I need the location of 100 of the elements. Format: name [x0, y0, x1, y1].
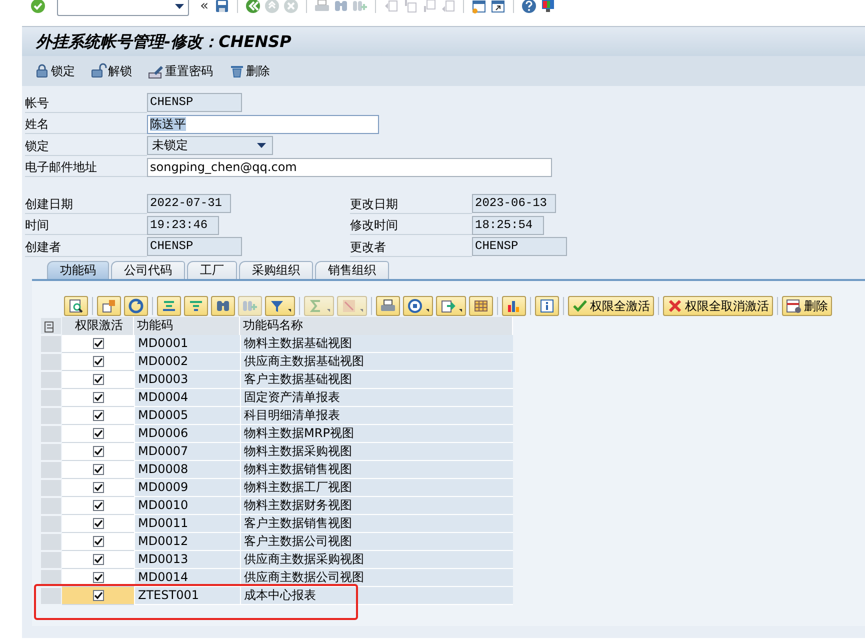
- views-button[interactable]: [403, 296, 433, 316]
- tab[interactable]: 功能码: [47, 260, 109, 278]
- checkbox[interactable]: [92, 428, 104, 438]
- dropdown-arrow-icon[interactable]: [175, 4, 184, 8]
- binoculars-button[interactable]: [211, 296, 235, 316]
- lock-icon: [34, 63, 50, 79]
- printer-button[interactable]: [376, 296, 400, 316]
- table-cell[interactable]: [62, 550, 134, 568]
- back-icon[interactable]: [244, 0, 261, 14]
- table-cell: MD0010: [134, 496, 240, 514]
- export-button[interactable]: [436, 296, 466, 316]
- table-cell: 成本中心报表: [240, 586, 513, 604]
- lock-button[interactable]: 锁定: [34, 62, 75, 80]
- layout-button[interactable]: [97, 296, 121, 316]
- table-cell[interactable]: [62, 514, 134, 532]
- tab[interactable]: 工厂: [187, 260, 237, 278]
- filter-button[interactable]: [265, 296, 295, 316]
- table-cell: MD0002: [134, 352, 240, 370]
- table-cell: 物料主数据MRP视图: [240, 424, 513, 442]
- table-cell: MD0007: [134, 442, 240, 460]
- input-field[interactable]: songping_chen@qq.com: [147, 158, 552, 177]
- tab[interactable]: 采购组织: [239, 260, 313, 278]
- checkbox[interactable]: [92, 554, 104, 564]
- table-cell[interactable]: [62, 442, 134, 460]
- delete-button[interactable]: 删除: [229, 62, 270, 80]
- table-cell[interactable]: [62, 406, 134, 424]
- table-button[interactable]: [469, 296, 493, 316]
- refresh-button[interactable]: [124, 296, 148, 316]
- magnifier-button[interactable]: [64, 296, 88, 316]
- info-button[interactable]: [535, 296, 559, 316]
- table-icon: [473, 298, 489, 314]
- table-cell: 客户主数据销售视图: [240, 514, 513, 532]
- checkmark-icon: [572, 298, 588, 314]
- readonly-field: CHENSP: [147, 93, 242, 112]
- new-window-icon[interactable]: [470, 0, 487, 14]
- input-field[interactable]: 陈送平: [147, 114, 379, 134]
- table-cell: 物料主数据工厂视图: [240, 478, 513, 496]
- checkbox[interactable]: [92, 446, 104, 456]
- table-cell[interactable]: [62, 532, 134, 550]
- activate-all-button[interactable]: 权限全激活: [568, 296, 654, 316]
- readonly-field: 2022-07-31: [147, 194, 231, 214]
- checkbox[interactable]: [92, 392, 104, 402]
- table-cell: MD0001: [134, 334, 240, 352]
- command-field[interactable]: [57, 0, 189, 16]
- readonly-field: CHENSP: [472, 237, 567, 256]
- pencil-icon: [148, 63, 164, 79]
- column-header: 功能码名称: [240, 316, 513, 334]
- table-cell: 物料主数据采购视图: [240, 442, 513, 460]
- table-cell[interactable]: [62, 370, 134, 388]
- cross-icon: [667, 298, 683, 314]
- deactivate-all-button[interactable]: 权限全取消激活: [663, 296, 773, 316]
- checkbox[interactable]: [92, 572, 104, 582]
- unlock-button[interactable]: 解锁: [91, 62, 132, 80]
- table-cell: MD0008: [134, 460, 240, 478]
- monitor-icon[interactable]: [540, 0, 556, 14]
- checkbox[interactable]: [92, 482, 104, 492]
- tab[interactable]: 销售组织: [315, 260, 389, 278]
- sort-ascending-button[interactable]: [157, 296, 181, 316]
- table-cell[interactable]: [62, 352, 134, 370]
- sort-descending-button[interactable]: [184, 296, 208, 316]
- table-cell[interactable]: [62, 460, 134, 478]
- checkbox[interactable]: [92, 356, 104, 366]
- dropdown-arrow-icon[interactable]: [257, 143, 266, 148]
- table-cell[interactable]: [62, 496, 134, 514]
- table-cell: 客户主数据基础视图: [240, 370, 513, 388]
- table-cell[interactable]: [62, 424, 134, 442]
- readonly-field: 2023-06-13: [472, 194, 556, 214]
- table-cell: 科目明细清单报表: [240, 406, 513, 424]
- expand-button[interactable]: «: [198, 0, 211, 16]
- table-cell: MD0012: [134, 532, 240, 550]
- export-icon: [440, 298, 456, 314]
- checkbox[interactable]: [92, 500, 104, 510]
- table-cell[interactable]: [62, 388, 134, 406]
- help-icon[interactable]: [520, 0, 537, 14]
- table-cell[interactable]: [62, 586, 134, 604]
- bar-chart-button[interactable]: [502, 296, 526, 316]
- readonly-field: 18:25:54: [472, 216, 544, 235]
- table-cell: MD0009: [134, 478, 240, 496]
- readonly-field: 19:23:46: [147, 216, 219, 235]
- table-cell[interactable]: [62, 478, 134, 496]
- checkbox[interactable]: [92, 518, 104, 528]
- column-header: 功能码: [134, 316, 240, 334]
- checkbox[interactable]: [92, 536, 104, 546]
- dropdown-field[interactable]: 未锁定: [147, 136, 273, 156]
- checkbox[interactable]: [92, 338, 104, 348]
- delete-button[interactable]: 删除: [782, 296, 832, 316]
- table-cell: 物料主数据基础视图: [240, 334, 513, 352]
- table-cell: MD0013: [134, 550, 240, 568]
- table-cell[interactable]: [62, 334, 134, 352]
- check-icon[interactable]: [30, 0, 46, 14]
- tab[interactable]: 公司代码: [111, 260, 185, 278]
- pencil-button[interactable]: 重置密码: [148, 62, 213, 80]
- checkbox[interactable]: [92, 590, 104, 600]
- table-cell: 物料主数据销售视图: [240, 460, 513, 478]
- checkbox[interactable]: [92, 464, 104, 474]
- checkbox[interactable]: [92, 410, 104, 420]
- table-cell: MD0011: [134, 514, 240, 532]
- checkbox[interactable]: [92, 374, 104, 384]
- window-title: 外挂系统帐号管理-修改：CHENSP: [22, 27, 865, 56]
- shortcut-icon[interactable]: [490, 0, 506, 14]
